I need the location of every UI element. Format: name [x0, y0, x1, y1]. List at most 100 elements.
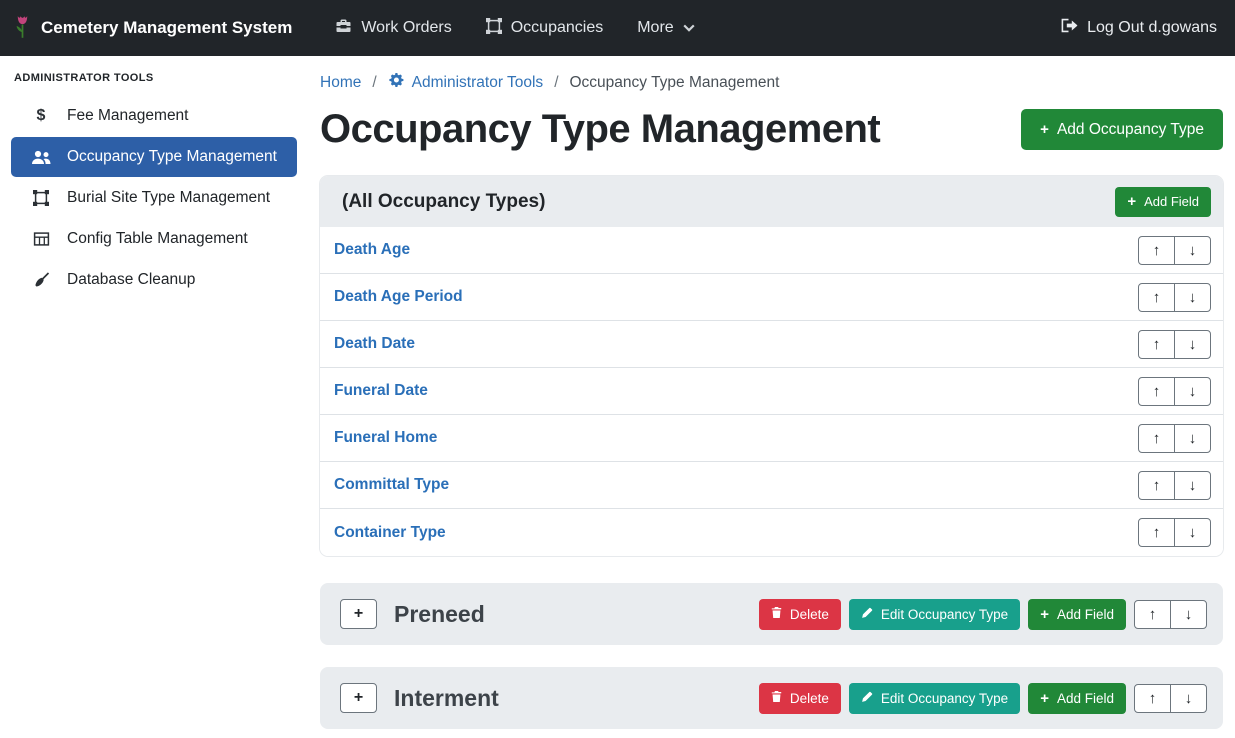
move-up-button[interactable]: ↑ — [1138, 236, 1175, 265]
add-field-button[interactable]: + Add Field — [1028, 683, 1126, 714]
nav-label: Occupancies — [511, 19, 604, 37]
move-up-button[interactable]: ↑ — [1138, 377, 1175, 406]
reorder-group: ↑ ↓ — [1134, 600, 1207, 629]
move-up-button[interactable]: ↑ — [1134, 600, 1171, 629]
move-up-button[interactable]: ↑ — [1138, 330, 1175, 359]
add-field-button[interactable]: + Add Field — [1028, 599, 1126, 630]
sidebar-item-database-cleanup[interactable]: Database Cleanup — [11, 260, 297, 300]
expand-section-button[interactable]: + — [340, 683, 377, 713]
move-down-button[interactable]: ↓ — [1174, 424, 1211, 453]
trash-icon — [771, 606, 782, 622]
move-down-button[interactable]: ↓ — [1174, 330, 1211, 359]
move-down-button[interactable]: ↓ — [1174, 283, 1211, 312]
reorder-group: ↑ ↓ — [1138, 518, 1211, 547]
field-link[interactable]: Funeral Date — [334, 382, 428, 400]
add-field-button[interactable]: + Add Field — [1115, 187, 1211, 217]
trash-icon — [771, 690, 782, 706]
sidebar-item-label: Burial Site Type Management — [67, 189, 270, 207]
sidebar-heading: ADMINISTRATOR TOOLS — [0, 60, 308, 96]
reorder-group: ↑ ↓ — [1138, 283, 1211, 312]
sidebar-item-burial-site-type-management[interactable]: Burial Site Type Management — [11, 178, 297, 218]
pencil-icon — [861, 691, 873, 706]
gear-icon — [388, 72, 404, 93]
delete-button[interactable]: Delete — [759, 683, 841, 714]
app-brand[interactable]: Cemetery Management System — [14, 13, 292, 44]
tulip-icon — [14, 13, 31, 44]
move-down-button[interactable]: ↓ — [1174, 236, 1211, 265]
logout-label: Log Out d.gowans — [1087, 19, 1217, 37]
arrow-down-icon: ↓ — [1189, 430, 1197, 447]
move-up-button[interactable]: ↑ — [1134, 684, 1171, 713]
dollar-icon: $ — [30, 107, 52, 125]
field-link[interactable]: Death Date — [334, 335, 415, 353]
top-navbar: Cemetery Management System Work Orders O… — [0, 0, 1235, 56]
arrow-up-icon: ↑ — [1149, 690, 1157, 707]
arrow-up-icon: ↑ — [1149, 606, 1157, 623]
users-icon — [30, 150, 52, 165]
arrow-down-icon: ↓ — [1189, 524, 1197, 541]
field-row: Funeral Date ↑ ↓ — [320, 368, 1223, 415]
field-link[interactable]: Death Age — [334, 241, 410, 259]
section-title: Interment — [394, 685, 499, 712]
nav-item-more[interactable]: More — [620, 0, 711, 56]
arrow-up-icon: ↑ — [1153, 477, 1161, 494]
move-up-button[interactable]: ↑ — [1138, 518, 1175, 547]
reorder-group: ↑ ↓ — [1138, 377, 1211, 406]
field-row: Committal Type ↑ ↓ — [320, 462, 1223, 509]
expand-section-button[interactable]: + — [340, 599, 377, 629]
plus-icon: + — [1040, 691, 1049, 706]
chevron-down-icon — [683, 19, 695, 37]
plus-icon: + — [1127, 194, 1136, 209]
nav-item-work-orders[interactable]: Work Orders — [318, 0, 468, 56]
pencil-icon — [861, 607, 873, 622]
move-down-button[interactable]: ↓ — [1170, 600, 1207, 629]
arrow-up-icon: ↑ — [1153, 289, 1161, 306]
arrow-down-icon: ↓ — [1189, 477, 1197, 494]
reorder-group: ↑ ↓ — [1138, 471, 1211, 500]
move-up-button[interactable]: ↑ — [1138, 424, 1175, 453]
breadcrumb-admin-label: Administrator Tools — [412, 74, 544, 92]
field-link[interactable]: Committal Type — [334, 476, 449, 494]
breadcrumb-home-link[interactable]: Home — [320, 74, 361, 92]
nav-item-occupancies[interactable]: Occupancies — [469, 0, 621, 56]
delete-label: Delete — [790, 691, 829, 706]
section-actions: Delete Edit Occupancy Type + Add Field ↑… — [759, 683, 1207, 714]
move-down-button[interactable]: ↓ — [1170, 684, 1207, 713]
move-down-button[interactable]: ↓ — [1174, 518, 1211, 547]
broom-icon — [30, 272, 52, 288]
field-link[interactable]: Funeral Home — [334, 429, 437, 447]
section-actions: Delete Edit Occupancy Type + Add Field ↑… — [759, 599, 1207, 630]
move-up-button[interactable]: ↑ — [1138, 283, 1175, 312]
field-link[interactable]: Death Age Period — [334, 288, 463, 306]
all-occupancy-types-card: (All Occupancy Types) + Add Field Death … — [320, 176, 1223, 556]
reorder-group: ↑ ↓ — [1138, 424, 1211, 453]
breadcrumb-admin-tools-link[interactable]: Administrator Tools — [388, 72, 544, 93]
nav-label: More — [637, 19, 673, 37]
arrow-down-icon: ↓ — [1189, 336, 1197, 353]
reorder-group: ↑ ↓ — [1138, 236, 1211, 265]
add-occupancy-type-label: Add Occupancy Type — [1057, 121, 1204, 139]
move-up-button[interactable]: ↑ — [1138, 471, 1175, 500]
sidebar-item-config-table-management[interactable]: Config Table Management — [11, 219, 297, 259]
logout-button[interactable]: Log Out d.gowans — [1057, 18, 1221, 38]
delete-button[interactable]: Delete — [759, 599, 841, 630]
field-link[interactable]: Container Type — [334, 524, 446, 542]
add-occupancy-type-button[interactable]: + Add Occupancy Type — [1021, 109, 1223, 150]
breadcrumb: Home / Administrator Tools / Occupancy T… — [320, 72, 1223, 93]
sidebar-item-occupancy-type-management[interactable]: Occupancy Type Management — [11, 137, 297, 177]
plus-icon: + — [354, 689, 363, 707]
edit-occupancy-type-button[interactable]: Edit Occupancy Type — [849, 599, 1020, 630]
add-field-label: Add Field — [1057, 691, 1114, 706]
arrow-down-icon: ↓ — [1185, 606, 1193, 623]
move-down-button[interactable]: ↓ — [1174, 471, 1211, 500]
move-down-button[interactable]: ↓ — [1174, 377, 1211, 406]
admin-sidebar: ADMINISTRATOR TOOLS $ Fee Management Occ… — [0, 56, 308, 738]
sidebar-item-label: Database Cleanup — [67, 271, 195, 289]
toolbox-icon — [335, 18, 352, 39]
app-title: Cemetery Management System — [41, 18, 292, 38]
occupancy-type-section-interment: + Interment Delete Edit Occupancy Type +… — [320, 667, 1223, 729]
edit-occupancy-type-button[interactable]: Edit Occupancy Type — [849, 683, 1020, 714]
reorder-group: ↑ ↓ — [1138, 330, 1211, 359]
edit-label: Edit Occupancy Type — [881, 691, 1008, 706]
sidebar-item-fee-management[interactable]: $ Fee Management — [11, 96, 297, 136]
